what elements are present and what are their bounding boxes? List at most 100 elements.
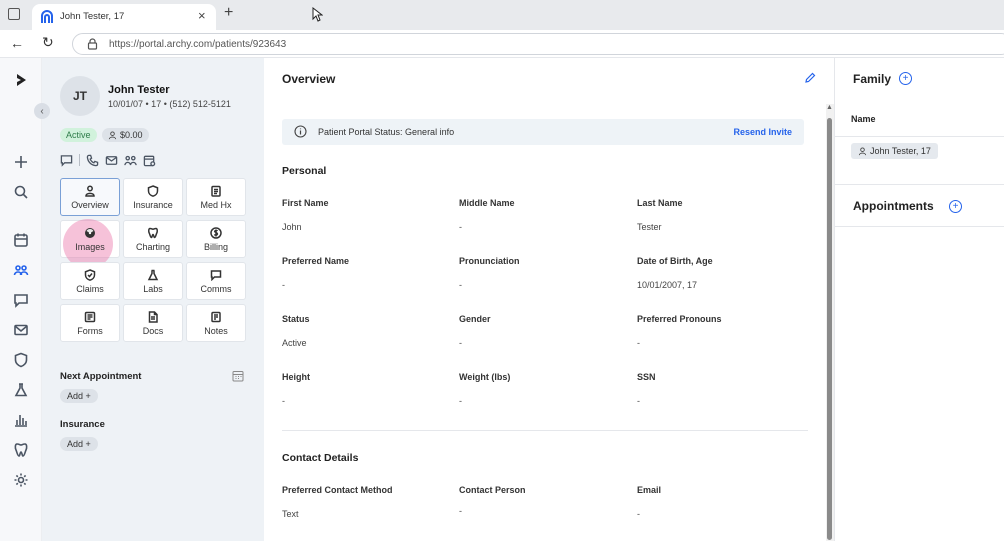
divider	[835, 184, 1004, 185]
field-value: -	[459, 396, 462, 406]
field-label: Middle Name	[459, 198, 515, 208]
field-value: -	[282, 396, 285, 406]
person-icon	[85, 185, 95, 197]
chat-icon	[210, 269, 222, 281]
tile-billing[interactable]: Billing	[186, 220, 246, 258]
tile-notes[interactable]: Notes	[186, 304, 246, 342]
tile-label: Med Hx	[200, 199, 232, 210]
person-icon	[858, 146, 867, 155]
field-label: Last Name	[637, 198, 683, 208]
tooth-icon[interactable]	[11, 440, 31, 460]
balance-badge[interactable]: $0.00	[102, 128, 149, 142]
scroll-up-arrow-icon[interactable]: ▲	[826, 104, 833, 111]
add-appointment-button[interactable]: Add +	[60, 389, 98, 403]
tile-label: Docs	[142, 325, 164, 336]
family-panel: Family + Name John Tester, 17 Appointmen…	[834, 58, 1004, 541]
tile-charting[interactable]: Charting	[123, 220, 183, 258]
tile-label: Billing	[203, 241, 228, 252]
field-value: John	[282, 222, 302, 232]
patient-summary: 10/01/07 • 17 • (512) 512-5121	[108, 99, 231, 109]
field-value: -	[637, 509, 640, 519]
mouse-cursor-icon	[312, 7, 323, 22]
overview-panel: Overview Patient Portal Status: General …	[264, 58, 826, 541]
chat-icon[interactable]	[11, 290, 31, 310]
url-field[interactable]: https://portal.archy.com/patients/923643	[72, 33, 1004, 55]
family-member-name: John Tester, 17	[870, 146, 931, 156]
resend-invite-link[interactable]: Resend Invite	[733, 127, 792, 137]
close-tab-icon[interactable]: ×	[198, 8, 206, 23]
mail-icon[interactable]	[11, 320, 31, 340]
patient-section-grid: Overview Insurance Med Hx Images Chartin…	[60, 178, 246, 342]
field-label: Preferred Pronouns	[637, 314, 722, 324]
app-logo-icon[interactable]	[11, 70, 31, 90]
portal-status-notice: Patient Portal Status: General info Rese…	[282, 119, 804, 145]
tab-title: John Tester, 17	[60, 11, 125, 22]
window-menu-icon[interactable]	[8, 8, 20, 20]
back-arrow-icon[interactable]: ←	[10, 35, 24, 51]
status-badge: Active	[60, 128, 97, 142]
email-icon[interactable]	[105, 154, 118, 167]
calendar-settings-icon[interactable]	[143, 154, 156, 167]
tile-labs[interactable]: Labs	[123, 262, 183, 300]
divider	[835, 226, 1004, 227]
tile-insurance[interactable]: Insurance	[123, 178, 183, 216]
tile-images[interactable]: Images	[60, 219, 120, 269]
field-value: -	[282, 280, 285, 290]
family-icon[interactable]	[124, 154, 137, 167]
field-label: Preferred Contact Method	[282, 485, 393, 495]
schedule-icon[interactable]	[11, 230, 31, 250]
browser-tab[interactable]: John Tester, 17 ×	[32, 4, 216, 30]
field-value: -	[459, 280, 462, 290]
scrollbar[interactable]: ▲	[826, 104, 834, 541]
phone-icon[interactable]	[86, 154, 99, 167]
field-label: SSN	[637, 372, 656, 382]
calendar-icon[interactable]	[232, 370, 244, 382]
tile-label: Forms	[77, 325, 103, 336]
tile-label: Labs	[143, 283, 163, 294]
add-label: Add	[67, 439, 84, 449]
tile-overview[interactable]: Overview	[60, 178, 120, 216]
add-label: Add	[67, 391, 84, 401]
settings-gear-icon[interactable]	[11, 470, 31, 490]
tile-label: Comms	[200, 283, 232, 294]
field-value: Tester	[637, 222, 662, 232]
shield-icon	[147, 184, 159, 197]
tile-comms[interactable]: Comms	[186, 262, 246, 300]
patients-icon[interactable]	[11, 260, 31, 280]
flask-icon	[147, 269, 159, 280]
name-column-header: Name	[851, 114, 876, 124]
add-icon[interactable]	[11, 152, 31, 172]
new-tab-icon[interactable]: +	[224, 4, 233, 22]
shield-icon[interactable]	[11, 350, 31, 370]
field-label: Weight (lbs)	[459, 372, 511, 382]
family-member-chip[interactable]: John Tester, 17	[851, 143, 938, 159]
info-icon	[294, 125, 307, 138]
add-family-button[interactable]: +	[899, 72, 912, 85]
field-value: -	[637, 338, 640, 348]
divider	[282, 430, 808, 431]
lab-flask-icon[interactable]	[11, 380, 31, 400]
search-icon[interactable]	[11, 182, 31, 202]
field-value: 10/01/2007, 17	[637, 280, 698, 290]
reports-chart-icon[interactable]	[11, 410, 31, 430]
tile-forms[interactable]: Forms	[60, 304, 120, 342]
scroll-thumb[interactable]	[827, 118, 832, 540]
tile-docs[interactable]: Docs	[123, 304, 183, 342]
reload-icon[interactable]: ↻	[42, 34, 54, 51]
add-insurance-button[interactable]: Add +	[60, 437, 98, 451]
tile-med-hx[interactable]: Med Hx	[186, 178, 246, 216]
add-appointment-icon[interactable]: +	[949, 200, 962, 213]
address-bar: ← ↻ https://portal.archy.com/patients/92…	[0, 30, 1004, 58]
next-appointment-label: Next Appointment	[60, 371, 142, 382]
tile-label: Insurance	[133, 199, 173, 210]
field-label: Status	[282, 314, 310, 324]
edit-pencil-icon[interactable]	[804, 72, 816, 84]
message-icon[interactable]	[60, 154, 73, 167]
tile-claims[interactable]: Claims	[60, 262, 120, 300]
tooth-icon	[148, 227, 158, 238]
separator	[79, 154, 80, 166]
contact-details-heading: Contact Details	[282, 452, 359, 464]
collapse-panel-button[interactable]: ‹	[34, 103, 50, 119]
field-label: Contact Person	[459, 485, 526, 495]
lock-icon	[87, 38, 98, 50]
